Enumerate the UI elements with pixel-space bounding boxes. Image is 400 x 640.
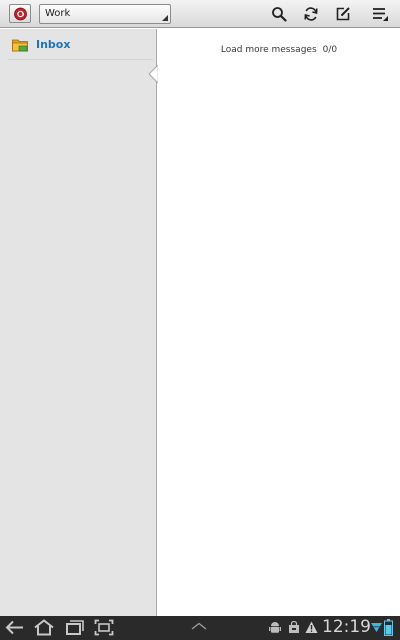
load-more-messages-button[interactable]: Load more messages 0/0 [158,45,400,55]
message-count: 0/0 [322,45,338,55]
recent-apps-icon[interactable] [65,619,85,636]
dropdown-corner-icon [162,15,168,21]
email-app-icon [14,7,27,21]
account-name: Work [45,8,71,19]
overflow-menu-icon [373,8,388,21]
search-icon [272,7,287,22]
system-bar: 12:19 [0,616,400,640]
selection-pointer-icon [148,65,158,83]
compose-icon [336,7,350,21]
folder-icon [12,39,28,52]
screenshot-icon[interactable] [94,619,114,636]
account-selector[interactable]: Work [39,4,171,24]
warning-icon [305,621,318,633]
compose-button[interactable] [332,4,354,24]
shopping-bag-icon [289,621,299,633]
back-icon[interactable] [5,619,25,636]
refresh-icon [304,7,318,21]
folder-item-inbox[interactable]: Inbox [8,29,153,60]
load-more-label: Load more messages [220,45,317,55]
home-icon[interactable] [33,619,55,636]
folder-pane: Inbox [0,29,158,616]
battery-icon [384,619,393,636]
app-home-button[interactable] [9,4,31,23]
overflow-menu-button[interactable] [369,4,391,24]
refresh-button[interactable] [300,4,322,24]
status-clock: 12:19 [322,617,371,637]
folder-label: Inbox [36,38,71,51]
message-list-pane: Load more messages 0/0 [158,29,400,616]
action-bar: Work [0,0,400,28]
android-debug-icon [269,622,281,633]
up-arrow-icon[interactable] [190,621,208,631]
wifi-icon [371,623,382,632]
email-screen: Work Inbox Load more messages 0/0 12:19 [0,0,400,640]
search-button[interactable] [268,4,290,24]
